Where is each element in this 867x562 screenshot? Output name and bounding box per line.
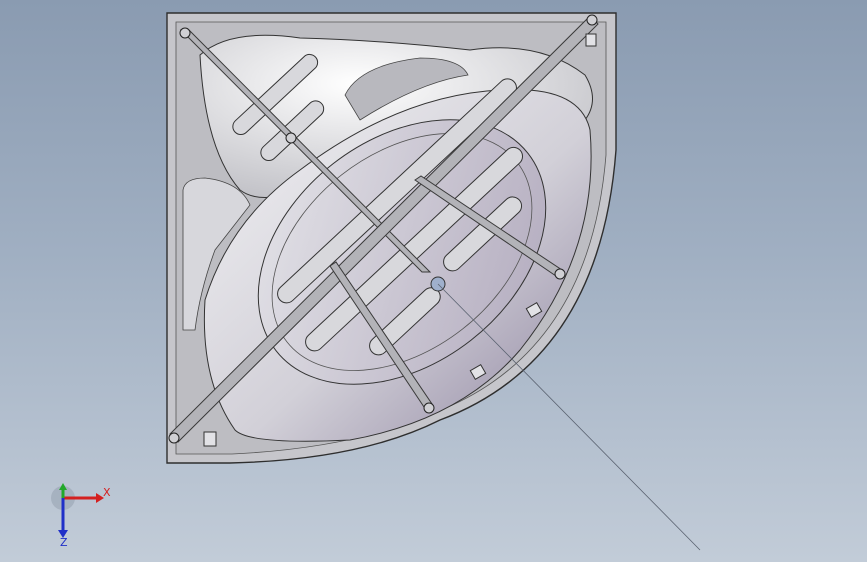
fitting-bottom-left (203, 431, 217, 447)
model-viewport[interactable] (0, 0, 867, 562)
bolt (168, 432, 180, 444)
x-axis-label: X (103, 486, 111, 499)
bolt (586, 14, 598, 26)
bolt (423, 402, 435, 414)
bolt (179, 27, 191, 39)
z-axis-label: Z (60, 536, 68, 548)
coordinate-triad: X Z (51, 483, 111, 548)
reference-line (437, 283, 701, 551)
bolt (554, 268, 566, 280)
bolt (285, 132, 297, 144)
fitting-corner-top-right (585, 33, 597, 47)
